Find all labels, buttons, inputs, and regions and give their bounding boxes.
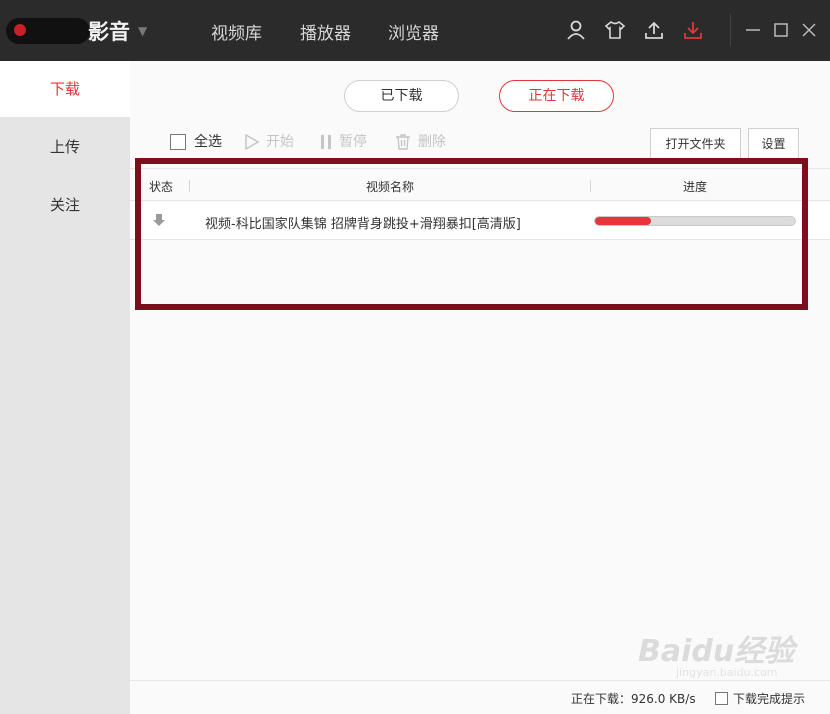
trash-icon[interactable] <box>395 133 411 151</box>
watermark-brand: Baidu经验 <box>638 634 795 669</box>
pause-button[interactable]: 暂停 <box>339 131 367 153</box>
sidebar: 下载 上传 关注 <box>0 61 130 714</box>
select-all-checkbox[interactable] <box>170 134 186 150</box>
logo-icon <box>14 24 26 36</box>
play-icon[interactable] <box>244 133 260 151</box>
chevron-down-icon[interactable]: ▼ <box>138 24 147 38</box>
header-progress: 进度 <box>683 180 708 194</box>
progress-bar <box>594 216 796 226</box>
delete-button[interactable]: 删除 <box>418 131 446 153</box>
select-all-label[interactable]: 全选 <box>194 131 222 153</box>
minimize-icon[interactable] <box>744 19 762 41</box>
main-panel: 已下载 正在下载 全选 开始 暂停 删除 打开文件夹 设置 状态 视频名称 进度… <box>130 61 830 714</box>
title-bar: 影音 ▼ 视频库 播放器 浏览器 <box>0 0 830 61</box>
download-status-icon <box>153 214 165 226</box>
download-icon[interactable] <box>682 19 704 41</box>
upload-icon[interactable] <box>643 19 665 41</box>
progress-fill <box>595 217 651 225</box>
notify-label[interactable]: 下载完成提示 <box>733 690 805 707</box>
nav-player[interactable]: 播放器 <box>300 19 351 44</box>
tab-downloaded[interactable]: 已下载 <box>344 80 459 112</box>
status-bar: 正在下载：926.0 KB/s 下载完成提示 <box>130 680 830 714</box>
app-title: 影音 <box>88 20 130 44</box>
close-icon[interactable] <box>800 19 818 41</box>
maximize-icon[interactable] <box>772 19 790 41</box>
notify-checkbox[interactable] <box>715 692 728 705</box>
skin-icon[interactable] <box>604 19 626 41</box>
watermark-url: jingyan.baidu.com <box>676 666 778 679</box>
sidebar-item-upload[interactable]: 上传 <box>0 119 130 175</box>
settings-button[interactable]: 设置 <box>748 128 799 160</box>
pause-icon[interactable] <box>318 133 334 151</box>
nav-video-library[interactable]: 视频库 <box>211 19 262 44</box>
user-icon[interactable] <box>565 19 587 41</box>
header-name: 视频名称 <box>366 180 415 194</box>
tab-downloading[interactable]: 正在下载 <box>499 80 614 112</box>
titlebar-divider <box>730 14 731 46</box>
video-name: 视频-科比国家队集锦 招牌背身跳投+滑翔暴扣[高清版] <box>205 217 521 232</box>
header-status: 状态 <box>149 180 174 194</box>
table-row[interactable]: 视频-科比国家队集锦 招牌背身跳投+滑翔暴扣[高清版] <box>130 202 830 240</box>
table-header: 状态 视频名称 进度 <box>130 168 830 201</box>
sidebar-item-download[interactable]: 下载 <box>0 61 130 117</box>
start-button[interactable]: 开始 <box>266 131 294 153</box>
open-folder-button[interactable]: 打开文件夹 <box>650 128 741 160</box>
download-speed: 正在下载：926.0 KB/s <box>571 692 696 706</box>
nav-browser[interactable]: 浏览器 <box>388 19 439 44</box>
sidebar-item-follow[interactable]: 关注 <box>0 177 130 233</box>
